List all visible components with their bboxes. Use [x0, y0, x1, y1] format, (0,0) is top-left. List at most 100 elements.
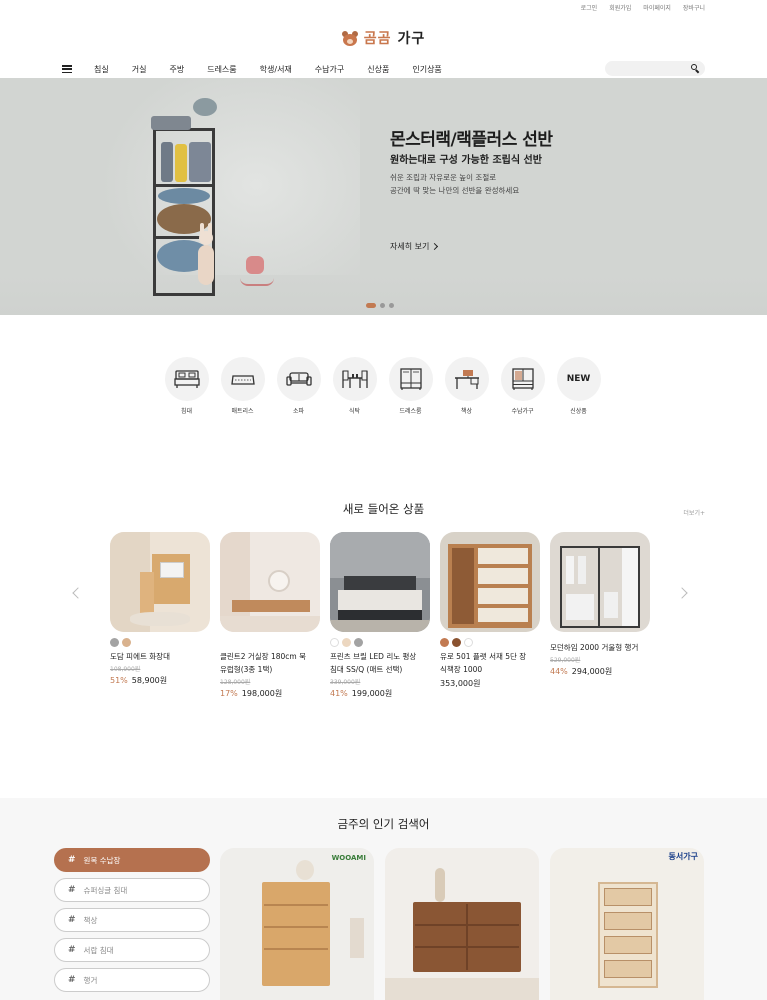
hero-subtitle: 원하는대로 구성 가능한 조립식 선반 [390, 155, 542, 166]
nav-item-new[interactable]: 신상품 [367, 64, 389, 75]
hash-icon: # [68, 885, 76, 895]
hash-icon: # [68, 855, 76, 865]
product-name: 모던하임 2000 거울형 행거 [550, 643, 639, 652]
wardrobe-icon [399, 368, 422, 390]
site-logo[interactable]: 곰곰 가구 [0, 28, 767, 48]
popular-product-image[interactable]: 동서가구 [550, 848, 704, 1000]
sofa-icon [285, 372, 312, 386]
brand-badge: WOOAMI [331, 854, 366, 862]
original-price: 108,900원 [110, 666, 141, 673]
popular-title: 금주의 인기 검색어 [337, 817, 430, 831]
hero-banner[interactable]: 몬스터랙/랙플러스 선반 원하는대로 구성 가능한 조립식 선반 쉬운 조립과 … [0, 78, 767, 315]
chevron-left-icon[interactable] [72, 587, 84, 599]
color-swatch[interactable] [122, 638, 131, 647]
carousel-dot[interactable] [380, 303, 385, 308]
product-card[interactable]: 유로 501 플랫 서재 5단 장 식책장 1000 353,000원 [440, 532, 540, 699]
signup-link[interactable]: 회원가입 [609, 3, 631, 12]
cart-link[interactable]: 장바구니 [683, 3, 705, 12]
product-image [220, 532, 320, 632]
category-dressroom[interactable]: 드레스룸 [388, 357, 433, 415]
keyword-list: # 원목 수납장 # 슈퍼싱글 침대 # 책상 # 서랍 침대 # 행거 [54, 848, 210, 992]
sale-price: 41% 199,000원 [330, 689, 393, 698]
keyword-chip[interactable]: # 원목 수납장 [54, 848, 210, 872]
category-storage[interactable]: 수납가구 [500, 357, 545, 415]
color-swatch[interactable] [330, 638, 339, 647]
new-products-title: 새로 들어온 상품 [342, 502, 425, 516]
category-label: 매트리스 [231, 408, 254, 415]
color-swatch[interactable] [342, 638, 351, 647]
product-image [550, 532, 650, 632]
product-name: 클린트2 거실장 180cm 북 유럽형(3종 1택) [220, 652, 306, 674]
sale-price: 353,000원 [440, 679, 481, 688]
mattress-icon [230, 375, 255, 385]
original-price: 339,000원 [330, 679, 361, 686]
mypage-link[interactable]: 마이페이지 [643, 3, 671, 12]
product-image [110, 532, 210, 632]
login-link[interactable]: 로그인 [581, 3, 598, 12]
plush-toy-image [193, 98, 217, 116]
hash-icon: # [68, 975, 76, 985]
more-link[interactable]: 더보기+ [683, 508, 705, 517]
nav-item-popular[interactable]: 인기상품 [412, 64, 441, 75]
category-sofa[interactable]: 소파 [276, 357, 321, 415]
brand-badge: 동서가구 [668, 852, 698, 861]
hamburger-menu-icon[interactable] [62, 65, 72, 73]
keyword-chip[interactable]: # 서랍 침대 [54, 938, 210, 962]
product-carousel: 도담 피에트 화장대 108,900원 51% 58,900원 클린트2 거실장 … [110, 532, 650, 699]
color-swatch[interactable] [440, 638, 449, 647]
new-icon: NEW [566, 374, 591, 384]
original-price: 128,000원 [220, 679, 251, 686]
hero-title: 몬스터랙/랙플러스 선반 [390, 130, 553, 150]
keyword-chip[interactable]: # 행거 [54, 968, 210, 992]
nav-item-living[interactable]: 거실 [132, 64, 147, 75]
search-input[interactable] [605, 61, 705, 76]
product-card[interactable]: 클린트2 거실장 180cm 북 유럽형(3종 1택) 128,000원 17% 1… [220, 532, 320, 699]
carousel-dot[interactable] [389, 303, 394, 308]
nav-item-kitchen[interactable]: 주방 [169, 64, 184, 75]
category-label: 책상 [460, 408, 473, 415]
bed-icon [173, 370, 200, 388]
category-mattress[interactable]: 매트리스 [220, 357, 265, 415]
color-swatch[interactable] [354, 638, 363, 647]
hero-description: 쉬운 조립과 자유로운 높이 조절로 공간에 딱 맞는 나만의 선반을 완성하세… [390, 173, 520, 195]
sale-price: 51% 58,900원 [110, 676, 168, 685]
color-swatch[interactable] [452, 638, 461, 647]
category-desk[interactable]: 책상 [444, 357, 489, 415]
product-card[interactable]: 모던하임 2000 거울형 행거 529,000원 44% 294,000원 [550, 532, 650, 699]
product-card[interactable]: 도담 피에트 화장대 108,900원 51% 58,900원 [110, 532, 210, 699]
logo-text: 곰곰 가구 [363, 31, 426, 47]
category-new[interactable]: NEW 신상품 [556, 357, 601, 415]
desk-icon [454, 370, 479, 389]
category-dining[interactable]: 식탁 [332, 357, 377, 415]
nav-item-dressroom[interactable]: 드레스룸 [207, 64, 236, 75]
hero-more-link[interactable]: 자세히 보기 [390, 241, 439, 252]
category-label: 소파 [292, 408, 305, 415]
category-label: 드레스룸 [399, 408, 422, 415]
popular-product-image[interactable]: WOOAMI [220, 848, 374, 1000]
chevron-right-icon[interactable] [676, 587, 688, 599]
product-name: 유로 501 플랫 서재 5단 장 식책장 1000 [440, 652, 527, 674]
search-icon[interactable] [691, 64, 700, 73]
bear-logo-icon [341, 30, 358, 46]
popular-product-image[interactable] [385, 848, 539, 1000]
original-price: 529,000원 [550, 657, 581, 664]
keyword-chip[interactable]: # 책상 [54, 908, 210, 932]
nav-item-bedroom[interactable]: 침실 [94, 64, 109, 75]
category-bed[interactable]: 침대 [164, 357, 209, 415]
category-label: 수납가구 [511, 408, 534, 415]
carousel-dots [366, 303, 394, 308]
category-label: 침대 [180, 408, 193, 415]
nav-item-study[interactable]: 학생/서재 [260, 64, 292, 75]
dining-table-icon [341, 370, 368, 388]
bunny-toy-image [196, 223, 216, 295]
rocking-horse-image [240, 242, 274, 292]
product-image [440, 532, 540, 632]
sale-price: 17% 198,000원 [220, 689, 283, 698]
product-image [330, 532, 430, 632]
keyword-chip[interactable]: # 슈퍼싱글 침대 [54, 878, 210, 902]
product-card[interactable]: 프린츠 브릴 LED 리노 평상 침대 SS/Q (매트 선택) 339,000원… [330, 532, 430, 699]
color-swatch[interactable] [110, 638, 119, 647]
color-swatch[interactable] [464, 638, 473, 647]
carousel-dot[interactable] [366, 303, 376, 308]
nav-item-storage[interactable]: 수납가구 [315, 64, 344, 75]
